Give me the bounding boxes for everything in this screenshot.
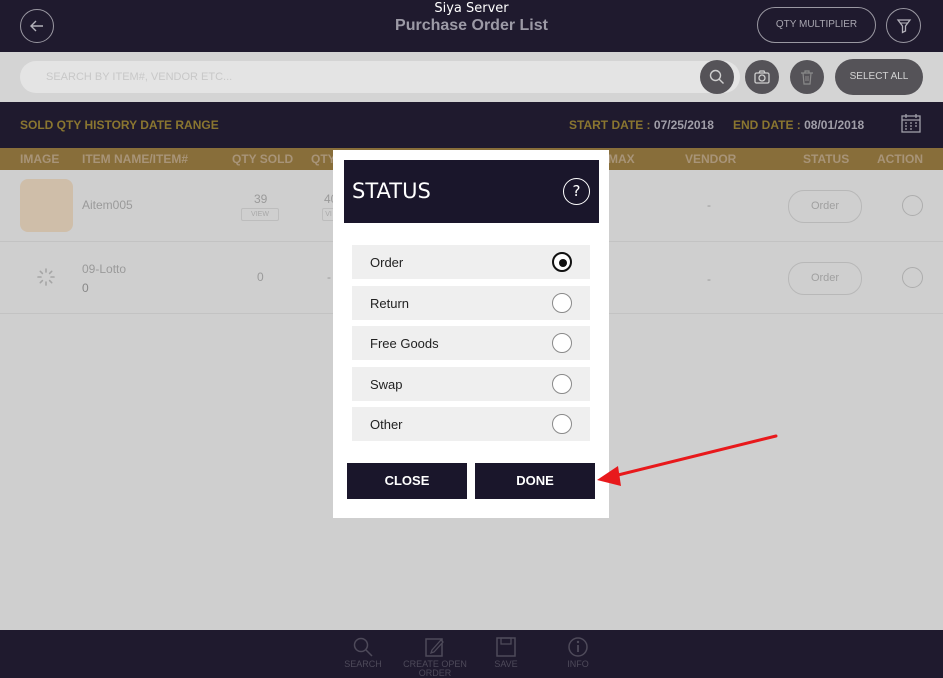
loading-spinner-icon: [37, 268, 55, 286]
qty-multiplier-button[interactable]: QTY MULTIPLIER: [757, 7, 876, 43]
row-select-radio[interactable]: [902, 195, 923, 216]
col-action: ACTION: [877, 152, 923, 166]
create-open-order-label: CREATE OPEN ORDER: [403, 659, 467, 678]
status-modal: STATUS ? Order Return Free Goods Swap Ot…: [333, 150, 609, 518]
modal-header: STATUS ?: [344, 160, 599, 223]
option-radio[interactable]: [552, 293, 572, 313]
trash-icon: [801, 70, 813, 85]
end-date[interactable]: END DATE : 08/01/2018: [733, 118, 864, 132]
start-date-value: 07/25/2018: [653, 118, 714, 132]
qty-sold-value: 39: [254, 192, 268, 206]
status-option-order[interactable]: Order: [352, 245, 590, 279]
col-qty: QTY: [311, 152, 336, 166]
filter-icon: [896, 19, 912, 34]
close-button[interactable]: CLOSE: [347, 463, 467, 499]
edit-icon: [425, 638, 444, 657]
status-button[interactable]: Order: [788, 262, 862, 295]
delete-button[interactable]: [790, 60, 824, 94]
filter-button[interactable]: [886, 8, 921, 43]
info-label: INFO: [567, 659, 589, 669]
start-date[interactable]: START DATE : 07/25/2018: [569, 118, 714, 132]
col-vendor: VENDOR: [685, 152, 737, 166]
col-max: MAX: [608, 152, 635, 166]
status-option-return[interactable]: Return: [352, 286, 590, 320]
end-date-value: 08/01/2018: [804, 118, 865, 132]
create-open-order-button[interactable]: CREATE OPEN ORDER: [400, 636, 470, 678]
bottom-search-label: SEARCH: [344, 659, 382, 669]
option-label: Other: [370, 417, 403, 432]
camera-icon: [754, 70, 770, 84]
view-button[interactable]: VIEW: [241, 208, 279, 221]
status-option-free-goods[interactable]: Free Goods: [352, 326, 590, 360]
item-number: 0: [82, 281, 89, 295]
qty-sold-value: 0: [257, 270, 264, 284]
option-label: Order: [370, 255, 404, 270]
camera-button[interactable]: [745, 60, 779, 94]
date-range-bar: SOLD QTY HISTORY DATE RANGE START DATE :…: [0, 102, 943, 148]
done-button[interactable]: DONE: [475, 463, 595, 499]
save-icon: [496, 637, 516, 657]
option-radio[interactable]: [552, 333, 572, 353]
select-all-button[interactable]: SELECT ALL: [835, 59, 923, 95]
status-button[interactable]: Order: [788, 190, 862, 223]
col-image: IMAGE: [20, 152, 60, 166]
help-icon[interactable]: ?: [563, 178, 590, 205]
col-qty-sold: QTY SOLD: [232, 152, 294, 166]
save-button[interactable]: SAVE: [471, 636, 541, 669]
end-date-label: END DATE :: [733, 118, 805, 132]
row-select-radio[interactable]: [902, 267, 923, 288]
bottom-search-button[interactable]: SEARCH: [328, 636, 398, 669]
qty-value: -: [327, 270, 331, 284]
modal-title: STATUS: [352, 179, 431, 203]
search-icon: [353, 637, 373, 657]
search-input[interactable]: [20, 61, 740, 93]
option-radio[interactable]: [552, 374, 572, 394]
status-option-other[interactable]: Other: [352, 407, 590, 441]
item-name: 09-Lotto: [82, 262, 127, 276]
start-date-label: START DATE :: [569, 118, 654, 132]
bottom-toolbar: SEARCH CREATE OPEN ORDER SAVE INFO: [0, 630, 943, 678]
option-label: Free Goods: [370, 336, 439, 351]
col-status: STATUS: [803, 152, 850, 166]
col-item-name: ITEM NAME/ITEM#: [82, 152, 189, 166]
save-label: SAVE: [494, 659, 518, 669]
vendor-value: -: [707, 198, 711, 212]
item-name: Aitem005: [82, 198, 133, 212]
option-label: Swap: [370, 377, 403, 392]
date-range-label: SOLD QTY HISTORY DATE RANGE: [20, 118, 219, 132]
item-image: [20, 179, 73, 232]
info-button[interactable]: INFO: [543, 636, 613, 669]
info-icon: [568, 637, 588, 657]
status-option-swap[interactable]: Swap: [352, 367, 590, 401]
search-icon: [709, 69, 724, 84]
calendar-icon[interactable]: [900, 112, 922, 134]
option-radio[interactable]: [552, 414, 572, 434]
search-button[interactable]: [700, 60, 734, 94]
app-header: Siya Server Purchase Order List QTY MULT…: [0, 0, 943, 52]
option-radio-selected[interactable]: [552, 252, 572, 272]
vendor-value: -: [707, 272, 711, 286]
option-label: Return: [370, 296, 410, 311]
